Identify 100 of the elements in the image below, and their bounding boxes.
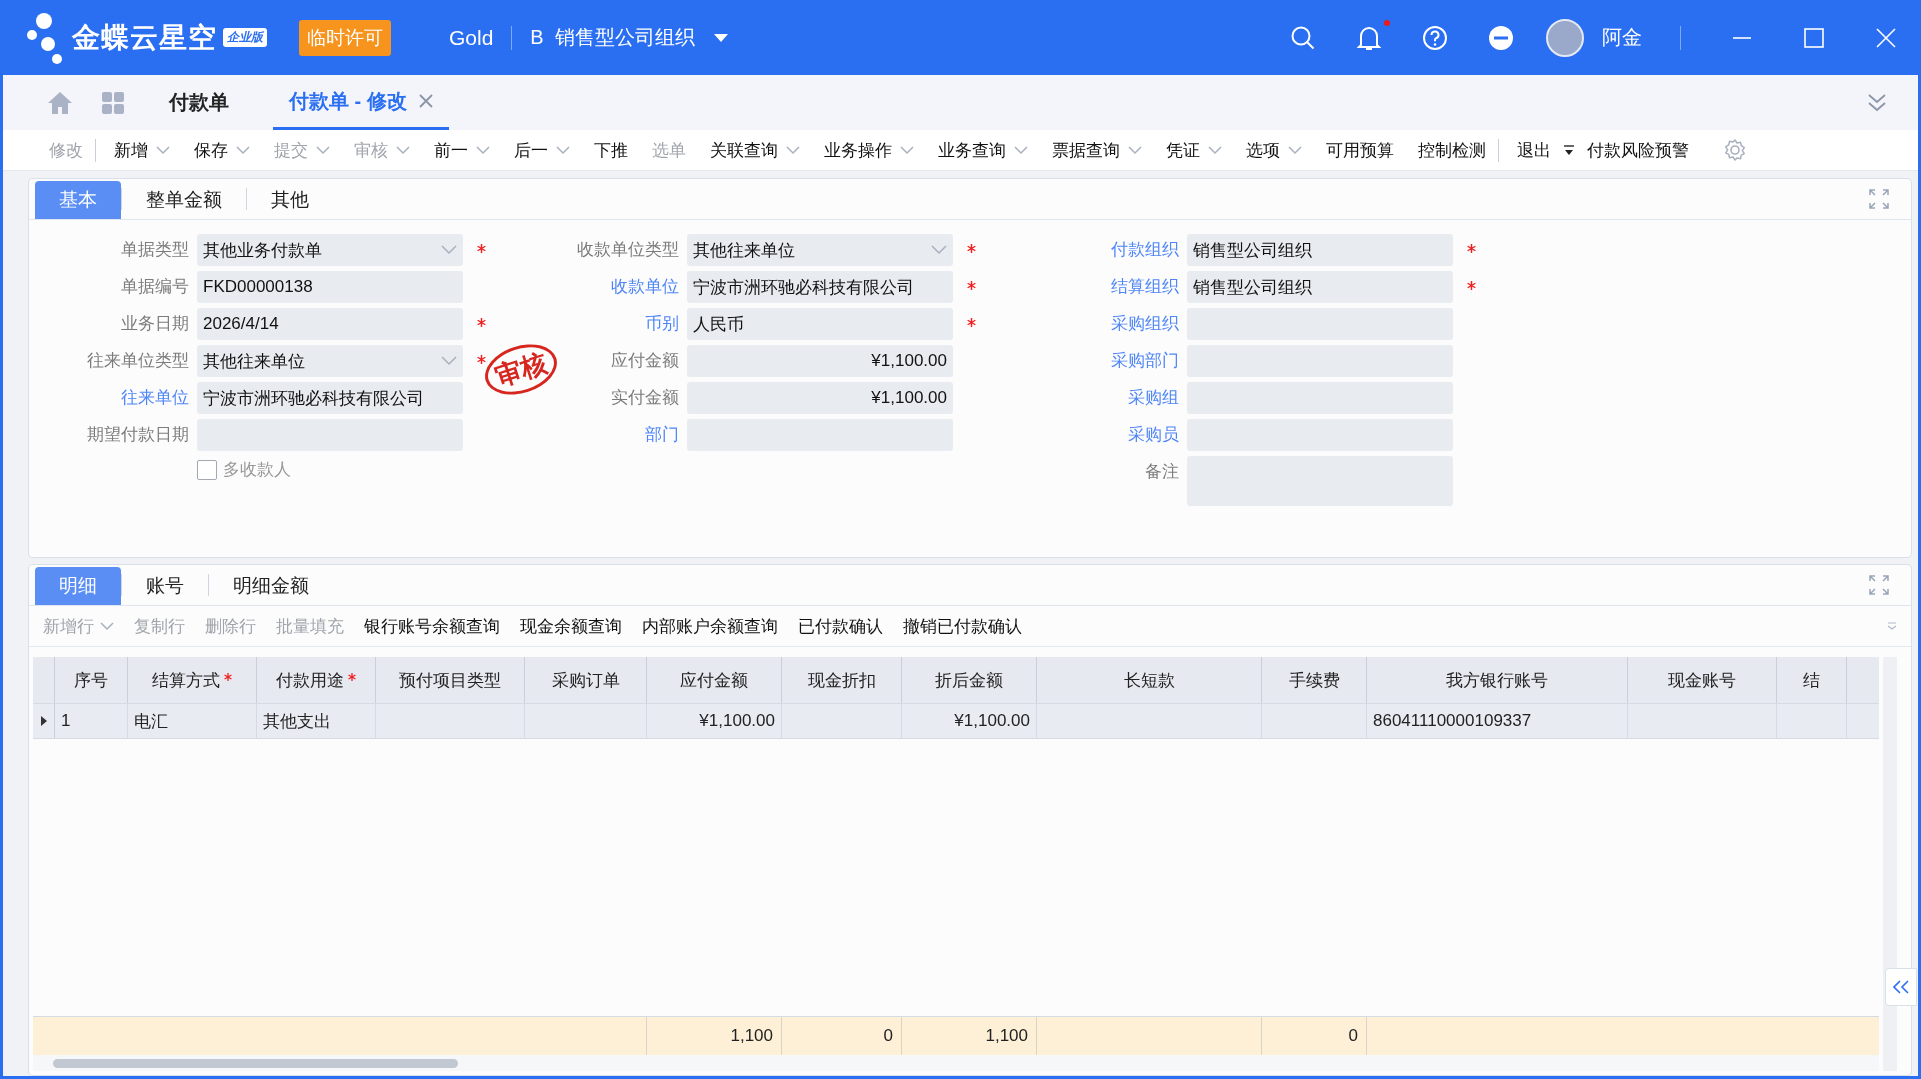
- collapse-caret-icon[interactable]: [1887, 622, 1897, 630]
- dropdown-field[interactable]: 其他往来单位: [197, 345, 463, 377]
- field-label: 单据类型: [120, 239, 189, 261]
- toolbar-button[interactable]: 选项: [1234, 138, 1314, 162]
- caret-icon: [1014, 145, 1028, 155]
- column-header[interactable]: 手续费: [1262, 657, 1367, 703]
- input-field[interactable]: ¥1,100.00: [687, 382, 953, 414]
- maximize-icon[interactable]: [1803, 26, 1825, 49]
- user-avatar[interactable]: [1546, 18, 1584, 57]
- caret-icon: [316, 145, 330, 155]
- field-label: 应付金额: [610, 350, 679, 372]
- home-icon[interactable]: [47, 90, 73, 115]
- double-chevron-left-icon: [1893, 980, 1909, 994]
- column-header[interactable]: 应付金额: [647, 657, 782, 703]
- input-field[interactable]: 2026/4/14: [197, 308, 463, 340]
- dropdown-field[interactable]: 其他业务付款单: [197, 234, 463, 266]
- input-field[interactable]: 宁波市洲环驰必科技有限公司: [687, 271, 953, 303]
- column-header[interactable]: 结算方式: [128, 657, 257, 703]
- expand-icon[interactable]: [1869, 575, 1889, 595]
- section-tab[interactable]: 整单金额: [122, 181, 246, 219]
- column-header[interactable]: 结: [1777, 657, 1847, 703]
- data-center-name[interactable]: Gold: [449, 25, 494, 50]
- dropdown-field[interactable]: 其他往来单位: [687, 234, 953, 266]
- toolbar-button[interactable]: 前一: [422, 138, 502, 162]
- toolbar-button[interactable]: 票据查询: [1040, 138, 1154, 162]
- table-cell: 1: [61, 711, 71, 731]
- caret-icon: [1128, 145, 1142, 155]
- table-cell-text: 其他支出: [263, 710, 331, 733]
- caret-icon: [476, 145, 490, 155]
- toolbar-button[interactable]: 保存: [182, 138, 262, 162]
- user-name[interactable]: 阿金: [1602, 24, 1642, 51]
- expand-icon[interactable]: [1869, 189, 1889, 209]
- organization-selector[interactable]: B 销售型公司组织: [530, 24, 695, 51]
- grid-toolbar-button[interactable]: 已付款确认: [788, 614, 893, 638]
- total-cell: 0: [1348, 1026, 1358, 1046]
- caret-icon[interactable]: [712, 32, 729, 43]
- caret-icon: [556, 145, 570, 155]
- more-circle-icon[interactable]: [1488, 24, 1514, 51]
- toolbar-button[interactable]: 控制检测: [1406, 138, 1499, 162]
- toolbar-button[interactable]: 退出: [1505, 138, 1563, 162]
- column-header[interactable]: 我方银行账号: [1367, 657, 1628, 703]
- input-field[interactable]: 销售型公司组织: [1187, 271, 1453, 303]
- grid-toolbar-button[interactable]: 撤销已付款确认: [893, 614, 1032, 638]
- apps-grid-icon[interactable]: [101, 90, 125, 115]
- input-field[interactable]: 人民币: [687, 308, 953, 340]
- caret-icon: [156, 145, 170, 155]
- field-label: 往来单位类型: [86, 350, 189, 372]
- column-header[interactable]: 折后金额: [902, 657, 1037, 703]
- toolbar-button[interactable]: 付款风险预警: [1575, 138, 1701, 162]
- horizontal-scrollbar[interactable]: [33, 1055, 1879, 1071]
- search-icon[interactable]: [1290, 24, 1316, 51]
- help-icon[interactable]: [1422, 24, 1448, 51]
- column-header[interactable]: 预付项目类型: [376, 657, 525, 703]
- table-cell: ¥1,100.00: [954, 711, 1030, 731]
- grid-toolbar-button[interactable]: 内部账户余额查询: [632, 614, 788, 638]
- collapse-side-button[interactable]: [1885, 968, 1917, 1006]
- field-label: 备注: [1144, 461, 1179, 483]
- page-tab[interactable]: 付款单: [153, 75, 245, 130]
- column-header[interactable]: 采购订单: [525, 657, 647, 703]
- more-caret-icon[interactable]: [1563, 143, 1575, 157]
- close-icon[interactable]: [1875, 26, 1897, 49]
- column-header[interactable]: 序号: [55, 657, 128, 703]
- settings-icon[interactable]: [1723, 138, 1747, 162]
- toolbar-button[interactable]: 凭证: [1154, 138, 1234, 162]
- total-cell: 0: [883, 1026, 893, 1046]
- caret-icon: [236, 145, 250, 155]
- checkbox[interactable]: [197, 459, 217, 480]
- input-field[interactable]: FKD00000138: [197, 271, 463, 303]
- caret-icon: [786, 145, 800, 155]
- toolbar-button[interactable]: 可用预算: [1314, 138, 1406, 162]
- close-tab-icon[interactable]: [418, 94, 433, 108]
- section-tab[interactable]: 明细金额: [209, 567, 333, 605]
- column-header[interactable]: 长短款: [1037, 657, 1262, 703]
- section-tab[interactable]: 账号: [122, 567, 208, 605]
- input-field[interactable]: ¥1,100.00: [687, 345, 953, 377]
- toolbar-button[interactable]: 后一: [502, 138, 582, 162]
- toolbar-button[interactable]: 关联查询: [698, 138, 812, 162]
- table-cell: 86041110000109337: [1373, 711, 1532, 731]
- field-label: 业务日期: [120, 313, 189, 335]
- section-tab[interactable]: 其他: [247, 181, 333, 219]
- toolbar-button[interactable]: 业务查询: [926, 138, 1040, 162]
- table-row[interactable]: 1 电汇 其他支出 ¥1,100.00 ¥1,100.00 86041110000109337: [33, 704, 1879, 739]
- toolbar-button[interactable]: 下推: [582, 138, 640, 162]
- toolbar-button[interactable]: 业务操作: [812, 138, 926, 162]
- input-field[interactable]: 销售型公司组织: [1187, 234, 1453, 266]
- double-chevron-down-icon[interactable]: [1866, 91, 1888, 114]
- field-label: 单据编号: [120, 276, 189, 298]
- input-field[interactable]: 宁波市洲环驰必科技有限公司: [197, 382, 463, 414]
- vertical-scrollbar[interactable]: [1883, 657, 1897, 1071]
- column-header[interactable]: 付款用途: [257, 657, 376, 703]
- edition-badge: 企业版: [223, 28, 267, 47]
- grid-toolbar-button[interactable]: 现金余额查询: [510, 614, 632, 638]
- required-asterisk-icon: [348, 673, 356, 681]
- toolbar-button[interactable]: 新增: [102, 138, 182, 162]
- field-label: 收款单位类型: [576, 239, 679, 261]
- brand-name: 金蝶云星空: [72, 20, 217, 55]
- column-header[interactable]: 现金账号: [1628, 657, 1777, 703]
- column-header[interactable]: 现金折扣: [782, 657, 902, 703]
- grid-toolbar-button[interactable]: 银行账号余额查询: [354, 614, 510, 638]
- current-row-icon: [39, 715, 48, 727]
